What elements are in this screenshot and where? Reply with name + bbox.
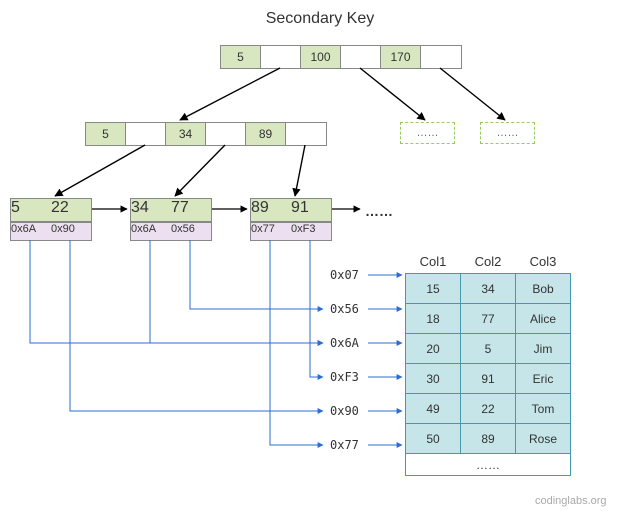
table-row: 205Jim (406, 334, 571, 364)
internal-ptr-2 (286, 123, 326, 145)
leaf-ellipsis: …… (365, 203, 393, 219)
leaf-node-0: 5 22 0x6A 0x90 (10, 198, 92, 241)
table-row: 3091Eric (406, 364, 571, 394)
root-key-1: 100 (301, 46, 341, 68)
leaf1-addr-0: 0x6A (131, 222, 171, 240)
leaf0-addr-0: 0x6A (11, 222, 51, 240)
table-more-row: …… (406, 454, 571, 476)
root-key-0: 5 (221, 46, 261, 68)
data-table: Col1 Col2 Col3 1534Bob 1877Alice 205Jim … (405, 250, 571, 476)
internal-key-1: 34 (166, 123, 206, 145)
root-node: 5 100 170 (220, 45, 462, 69)
leaf2-key-1: 91 (291, 199, 331, 221)
leaf0-key-0: 5 (11, 199, 51, 221)
internal-ptr-1 (206, 123, 246, 145)
addr-label-2: 0x6A (330, 336, 359, 350)
root-ptr-1 (341, 46, 381, 68)
root-key-2: 170 (381, 46, 421, 68)
table-row: 5089Rose (406, 424, 571, 454)
addr-label-4: 0x90 (330, 404, 359, 418)
root-ptr-0 (261, 46, 301, 68)
root-ptr-2 (421, 46, 461, 68)
leaf-node-1: 34 77 0x6A 0x56 (130, 198, 212, 241)
internal-ptr-0 (126, 123, 166, 145)
table-row: 1877Alice (406, 304, 571, 334)
table-row: 4922Tom (406, 394, 571, 424)
watermark: codinglabs.org (535, 495, 607, 507)
internal-key-0: 5 (86, 123, 126, 145)
ghost-node-0: …… (400, 122, 455, 144)
leaf-node-2: 89 91 0x77 0xF3 (250, 198, 332, 241)
leaf1-key-0: 34 (131, 199, 171, 221)
addr-label-1: 0x56 (330, 302, 359, 316)
internal-node: 5 34 89 (85, 122, 327, 146)
leaf2-addr-0: 0x77 (251, 222, 291, 240)
internal-key-2: 89 (246, 123, 286, 145)
leaf2-addr-1: 0xF3 (291, 222, 331, 240)
leaf2-key-0: 89 (251, 199, 291, 221)
col-header-2: Col3 (516, 250, 571, 274)
table-row: 1534Bob (406, 274, 571, 304)
ghost-node-1: …… (480, 122, 535, 144)
leaf0-addr-1: 0x90 (51, 222, 91, 240)
addr-label-0: 0x07 (330, 268, 359, 282)
col-header-0: Col1 (406, 250, 461, 274)
addr-label-3: 0xF3 (330, 370, 359, 384)
col-header-1: Col2 (461, 250, 516, 274)
addr-label-5: 0x77 (330, 438, 359, 452)
leaf1-key-1: 77 (171, 199, 211, 221)
diagram-title: Secondary Key (0, 10, 640, 28)
leaf1-addr-1: 0x56 (171, 222, 211, 240)
leaf0-key-1: 22 (51, 199, 91, 221)
